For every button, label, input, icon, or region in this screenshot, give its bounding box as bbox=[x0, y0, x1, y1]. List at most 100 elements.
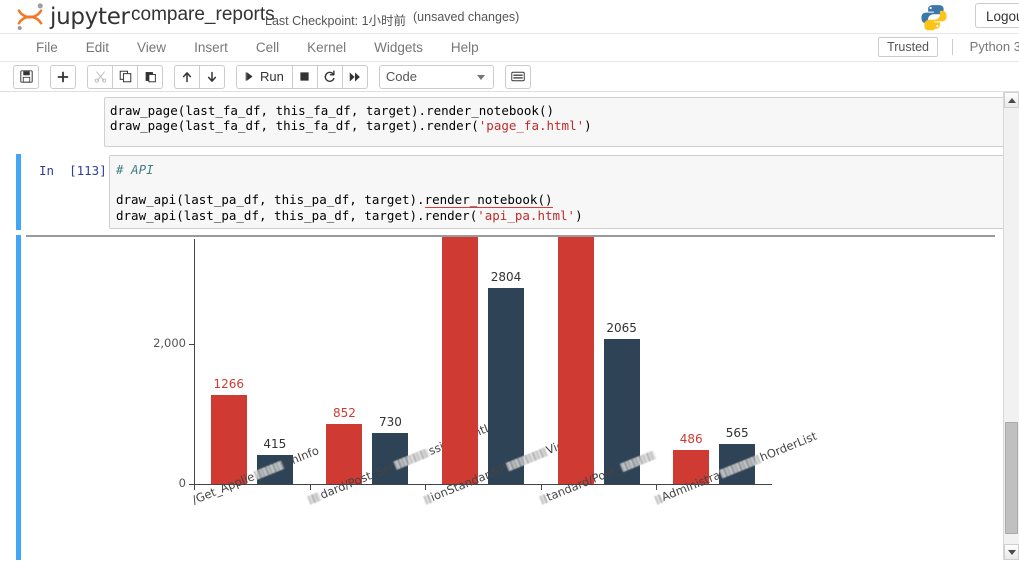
last-checkpoint-label: Last Checkpoint: 1小时前 bbox=[265, 14, 407, 28]
redacted-text-block bbox=[654, 494, 664, 505]
notebook-title[interactable]: compare_reports bbox=[131, 4, 275, 26]
keyboard-icon bbox=[511, 71, 525, 82]
menu-item-kernel[interactable]: Kernel bbox=[293, 34, 360, 61]
code-text: draw_api(last_pa_df, this_pa_df, target)… bbox=[116, 208, 478, 223]
cut-button[interactable] bbox=[87, 64, 113, 89]
y-axis-line bbox=[194, 239, 195, 485]
menu-item-insert[interactable]: Insert bbox=[180, 34, 242, 61]
cell-execution-prompt: In [113]: bbox=[39, 163, 115, 178]
bar-last[interactable] bbox=[442, 237, 478, 484]
insert-cell-below-button[interactable] bbox=[50, 64, 76, 89]
code-text: draw_api(last_pa_df, this_pa_df, target)… bbox=[116, 192, 425, 207]
code-text: ) bbox=[575, 208, 583, 223]
vertical-scrollbar[interactable] bbox=[1003, 92, 1019, 560]
bar-value-label: 565 bbox=[725, 426, 749, 441]
cell-type-value: Code bbox=[385, 69, 417, 84]
bar-value-label: 415 bbox=[263, 436, 287, 451]
bar-value-label: 2804 bbox=[490, 269, 522, 284]
command-palette-button[interactable] bbox=[504, 64, 531, 89]
bar-value-label: 1266 bbox=[213, 377, 245, 392]
restart-and-run-all-button[interactable] bbox=[341, 64, 368, 89]
scroll-down-arrow-icon bbox=[1007, 549, 1016, 555]
toolbar-group-palette bbox=[504, 64, 531, 89]
notebook-toolbar: Run Code bbox=[0, 62, 1019, 92]
logout-button[interactable]: Logout bbox=[975, 3, 1019, 28]
cell-type-select[interactable]: Code bbox=[378, 64, 494, 89]
run-cell-button[interactable]: Run bbox=[236, 64, 293, 89]
jupyter-logo[interactable]: jupyter bbox=[14, 2, 130, 32]
code-cell-selected[interactable]: In [113]: # API draw_api(last_pa_df, thi… bbox=[16, 154, 1014, 230]
bar-last[interactable] bbox=[557, 237, 594, 484]
redacted-text-block bbox=[307, 491, 322, 505]
trusted-badge[interactable]: Trusted bbox=[878, 37, 938, 57]
menu-item-help[interactable]: Help bbox=[437, 34, 493, 61]
scrollbar-thumb[interactable] bbox=[1005, 422, 1018, 534]
interrupt-kernel-button[interactable] bbox=[291, 64, 318, 89]
bar-chart-output[interactable]: 0 2,000 1266 415/Get_AppliermInfo 852 730 dard… bbox=[26, 235, 995, 560]
scrollbar-down-button[interactable] bbox=[1004, 544, 1019, 560]
unsaved-changes-label: (unsaved changes) bbox=[413, 10, 520, 24]
toolbar-group-insert bbox=[50, 64, 76, 89]
code-line: draw_page(last_fa_df, this_fa_df, target… bbox=[110, 118, 1013, 133]
paste-button[interactable] bbox=[137, 64, 163, 89]
notebook-header: jupyter compare_reports Last Checkpoint:… bbox=[0, 0, 1019, 34]
menubar: File Edit View Insert Cell Kernel Widget… bbox=[0, 34, 1019, 62]
notebook-body: draw_page(last_fa_df, this_fa_df, target… bbox=[0, 92, 1019, 560]
copy-button[interactable] bbox=[112, 64, 138, 89]
bar-chart: 0 2,000 1266 415/Get_AppliermInfo 852 730 dard… bbox=[26, 237, 995, 560]
bar-value-label: 2065 bbox=[606, 321, 637, 336]
menu-item-edit[interactable]: Edit bbox=[72, 34, 123, 61]
x-axis-tick-mark bbox=[425, 485, 427, 490]
plus-icon bbox=[57, 71, 69, 82]
y-axis-tick-label: 0 bbox=[178, 476, 186, 490]
code-method-underlined: render_notebook() bbox=[424, 192, 553, 208]
chevron-down-icon bbox=[476, 74, 485, 80]
kernel-indicator[interactable]: Python 3 bbox=[970, 39, 1019, 54]
scroll-up-arrow-icon bbox=[1007, 97, 1016, 103]
menu-item-file[interactable]: File bbox=[22, 34, 72, 61]
move-cell-up-button[interactable] bbox=[174, 64, 200, 89]
arrow-down-icon bbox=[207, 71, 217, 82]
code-string-literal: 'page_fa.html' bbox=[478, 118, 585, 133]
stop-square-icon bbox=[300, 72, 309, 81]
code-text: draw_page(last_fa_df, this_fa_df, target… bbox=[110, 118, 479, 133]
move-cell-down-button[interactable] bbox=[199, 64, 225, 89]
restart-kernel-button[interactable] bbox=[316, 64, 343, 89]
scissors-icon bbox=[94, 71, 106, 83]
menu-item-list: File Edit View Insert Cell Kernel Widget… bbox=[0, 34, 1019, 61]
x-axis-tick-mark bbox=[194, 485, 195, 490]
arrow-up-icon bbox=[182, 71, 192, 82]
fast-forward-icon bbox=[349, 72, 360, 81]
python-logo-icon bbox=[921, 5, 947, 31]
x-axis-category-label: /Get_AppliermInfo bbox=[189, 443, 321, 507]
y-axis-tick-label: 2,000 bbox=[153, 336, 186, 350]
code-text: ) bbox=[584, 118, 592, 133]
run-button-label: Run bbox=[260, 69, 284, 84]
x-axis-tick-mark bbox=[309, 485, 311, 490]
bar-last[interactable] bbox=[210, 395, 247, 484]
floppy-disk-icon bbox=[19, 70, 33, 83]
toolbar-group-move bbox=[174, 64, 225, 89]
menu-item-cell[interactable]: Cell bbox=[242, 34, 293, 61]
restart-circular-arrow-icon bbox=[325, 70, 336, 82]
x-axis-tick-mark bbox=[656, 485, 658, 490]
code-comment: # API bbox=[116, 162, 154, 177]
code-line: draw_api(last_pa_df, this_pa_df, target)… bbox=[116, 208, 1013, 223]
menu-item-view[interactable]: View bbox=[123, 34, 180, 61]
copy-icon bbox=[119, 70, 131, 83]
toolbar-group-clipboard bbox=[87, 64, 163, 89]
code-string-literal: 'api_pa.html' bbox=[477, 208, 576, 223]
scrollbar-up-button[interactable] bbox=[1004, 92, 1019, 108]
toolbar-group-save bbox=[13, 64, 39, 89]
code-cell-previous[interactable]: draw_page(last_fa_df, this_fa_df, target… bbox=[104, 97, 1014, 147]
cell-output-area: 0 2,000 1266 415/Get_AppliermInfo 852 730 dard… bbox=[16, 235, 1014, 560]
bar-value-label: 730 bbox=[378, 414, 402, 429]
code-editor[interactable]: # API draw_api(last_pa_df, this_pa_df, t… bbox=[109, 155, 1014, 229]
menu-item-widgets[interactable]: Widgets bbox=[360, 34, 437, 61]
save-button[interactable] bbox=[13, 64, 39, 89]
x-axis-tick-mark bbox=[540, 485, 542, 490]
jupyter-wordmark: jupyter bbox=[50, 4, 130, 30]
paste-icon bbox=[145, 72, 156, 83]
code-line: draw_page(last_fa_df, this_fa_df, target… bbox=[110, 103, 555, 118]
redacted-text-block bbox=[423, 494, 432, 505]
